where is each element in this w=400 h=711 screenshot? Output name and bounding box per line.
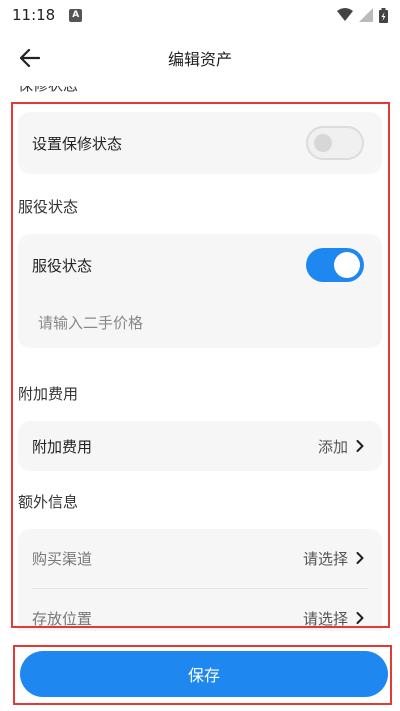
extra-info-card: 购买渠道 请选择 存放位置 请选择 [18,529,382,631]
arrow-left-icon [20,49,40,67]
section-title-extra-fee: 附加费用 [18,385,79,403]
storage-location-label: 存放位置 [32,609,93,628]
warranty-toggle[interactable] [306,126,364,160]
signal-icon [359,8,373,22]
section-title-service: 服役状态 [18,198,79,216]
status-time: 11:18 [12,6,56,24]
app-bar: 编辑资产 [0,30,400,86]
extra-fee-card: 附加费用 添加 [18,421,382,471]
service-card: 服役状态 请输入二手价格 [18,234,382,348]
storage-location-value: 请选择 [302,609,348,628]
battery-icon [379,7,388,23]
notification-icon: A [69,8,83,22]
back-button[interactable] [14,42,46,74]
section-title-extra-info: 额外信息 [18,493,79,511]
status-bar: 11:18 A [0,0,400,30]
warranty-label: 设置保修状态 [32,134,123,153]
service-toggle[interactable] [306,248,364,282]
storage-location-row[interactable]: 存放位置 请选择 [18,589,382,631]
warranty-row: 设置保修状态 [18,112,382,174]
toggle-knob [334,252,360,278]
purchase-channel-row[interactable]: 购买渠道 请选择 [18,529,382,587]
warranty-card: 设置保修状态 [18,112,382,174]
form-scroll-area[interactable]: 保修状态 设置保修状态 服役状态 服役状态 请输入二手价格 附加费用 附加费用 … [0,86,400,631]
save-button[interactable]: 保存 [20,651,388,697]
status-icons [337,7,388,23]
extra-fee-label: 附加费用 [32,437,93,456]
secondhand-price-row[interactable]: 请输入二手价格 [18,300,382,344]
chevron-right-icon [356,552,364,564]
chevron-right-icon [356,612,364,624]
wifi-icon [337,8,353,21]
secondhand-price-input[interactable]: 请输入二手价格 [38,312,143,333]
chevron-right-icon [356,440,364,452]
service-row: 服役状态 [18,234,382,296]
extra-fee-add-action[interactable]: 添加 [318,436,348,457]
section-title-warranty: 保修状态 [18,86,78,95]
purchase-channel-value: 请选择 [302,549,348,568]
extra-fee-row[interactable]: 附加费用 添加 [18,421,382,471]
service-label: 服役状态 [32,256,93,275]
purchase-channel-label: 购买渠道 [32,549,93,568]
toggle-knob [314,134,332,152]
page-title: 编辑资产 [167,50,232,69]
